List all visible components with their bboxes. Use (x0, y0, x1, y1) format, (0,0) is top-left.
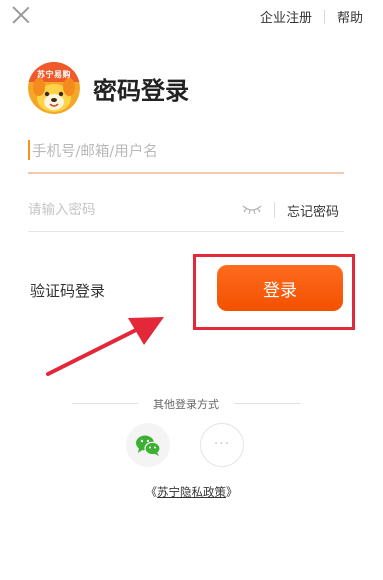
other-login-divider: 其他登录方式 (72, 396, 300, 411)
suning-logo-icon: 苏宁易购 (28, 62, 80, 114)
privacy-policy-link[interactable]: 苏宁隐私政策 (157, 485, 226, 499)
close-icon[interactable] (10, 4, 32, 26)
wechat-login-button[interactable] (126, 423, 170, 467)
password-field[interactable]: 忘记密码 (28, 190, 344, 232)
enterprise-register-link[interactable]: 企业注册 (260, 7, 312, 26)
text-caret (28, 140, 30, 160)
wechat-icon (136, 435, 161, 456)
help-link[interactable]: 帮助 (337, 7, 363, 26)
account-input[interactable] (32, 132, 332, 172)
sms-login-link[interactable]: 验证码登录 (30, 280, 105, 301)
divider (274, 202, 275, 218)
other-login-label: 其他登录方式 (153, 398, 219, 411)
account-field[interactable] (28, 132, 344, 174)
more-icon: ··· (213, 436, 231, 452)
page-title: 密码登录 (93, 77, 189, 105)
top-links: 企业注册 帮助 (260, 7, 363, 26)
login-button[interactable]: 登录 (217, 265, 343, 311)
bracket-close: 》 (226, 485, 238, 499)
divider (323, 9, 325, 24)
logo-text: 苏宁易购 (37, 70, 71, 79)
more-login-button[interactable]: ··· (200, 423, 244, 467)
eye-closed-icon[interactable] (241, 202, 263, 216)
forgot-password-link[interactable]: 忘记密码 (287, 201, 339, 220)
privacy-policy: 《苏宁隐私政策》 (0, 484, 383, 500)
bracket-open: 《 (145, 485, 158, 499)
password-input[interactable] (28, 190, 228, 230)
